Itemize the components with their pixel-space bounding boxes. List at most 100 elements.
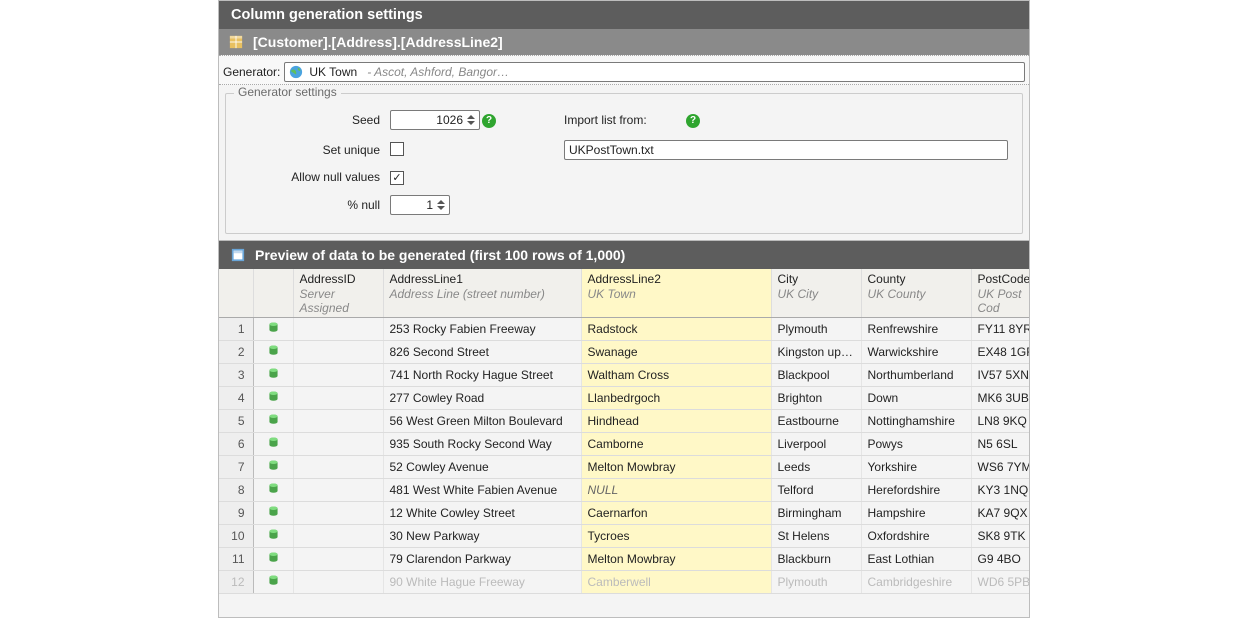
rowicon-cell	[253, 455, 293, 478]
cell-addressline2: Caernarfon	[581, 501, 771, 524]
cell-addressline1: 12 White Cowley Street	[383, 501, 581, 524]
cell-addressid	[293, 524, 383, 547]
database-icon	[267, 459, 280, 472]
cell-county: Hampshire	[861, 501, 971, 524]
column-header[interactable]: AddressLine1Address Line (street number)	[383, 269, 581, 318]
seed-input[interactable]: 1026	[390, 110, 480, 130]
rownum-cell: 5	[219, 409, 253, 432]
generator-select[interactable]: UK Town - Ascot, Ashford, Bangor…	[284, 62, 1025, 82]
column-header[interactable]: PostCodeUK Post Cod	[971, 269, 1029, 318]
table-row[interactable]: 752 Cowley AvenueMelton MowbrayLeedsYork…	[219, 455, 1029, 478]
breadcrumb-bar: [Customer].[Address].[AddressLine2]	[219, 29, 1029, 55]
table-row[interactable]: 1290 White Hague FreewayCamberwellPlymou…	[219, 570, 1029, 593]
column-header[interactable]: AddressLine2UK Town	[581, 269, 771, 318]
cell-county: Down	[861, 386, 971, 409]
column-name: AddressID	[300, 272, 377, 286]
cell-city: St Helens	[771, 524, 861, 547]
column-header[interactable]: CityUK City	[771, 269, 861, 318]
column-header[interactable]: CountyUK County	[861, 269, 971, 318]
allow-null-checkbox[interactable]: ✓	[390, 171, 404, 185]
column-subtitle: UK Town	[588, 287, 765, 301]
column-subtitle: Server Assigned	[300, 287, 377, 315]
set-unique-checkbox[interactable]	[390, 142, 404, 156]
preview-table: AddressIDServer AssignedAddressLine1Addr…	[219, 269, 1029, 594]
cell-county: Cambridgeshire	[861, 570, 971, 593]
cell-addressline2: Hindhead	[581, 409, 771, 432]
pct-null-input[interactable]: 1	[390, 195, 450, 215]
table-row[interactable]: 556 West Green Milton BoulevardHindheadE…	[219, 409, 1029, 432]
rowicon-cell	[253, 501, 293, 524]
table-row[interactable]: 8481 West White Fabien AvenueNULLTelford…	[219, 478, 1029, 501]
column-subtitle: UK County	[868, 287, 965, 301]
table-row[interactable]: 912 White Cowley StreetCaernarfonBirming…	[219, 501, 1029, 524]
rowicon-cell	[253, 363, 293, 386]
spinner-icon[interactable]	[437, 199, 445, 211]
cell-postcode: KA7 9QX	[971, 501, 1029, 524]
table-row[interactable]: 2826 Second StreetSwanageKingston up…War…	[219, 340, 1029, 363]
help-icon[interactable]: ?	[686, 114, 700, 128]
cell-addressid	[293, 547, 383, 570]
cell-addressline2: Swanage	[581, 340, 771, 363]
column-header[interactable]: AddressIDServer Assigned	[293, 269, 383, 318]
cell-city: Blackburn	[771, 547, 861, 570]
table-row[interactable]: 1253 Rocky Fabien FreewayRadstockPlymout…	[219, 317, 1029, 340]
column-generation-panel: Column generation settings [Customer].[A…	[218, 0, 1030, 618]
table-row[interactable]: 1179 Clarendon ParkwayMelton MowbrayBlac…	[219, 547, 1029, 570]
column-subtitle: UK City	[778, 287, 855, 301]
cell-postcode: N5 6SL	[971, 432, 1029, 455]
table-row[interactable]: 4277 Cowley RoadLlanbedrgochBrightonDown…	[219, 386, 1029, 409]
rownum-cell: 12	[219, 570, 253, 593]
rowicon-cell	[253, 317, 293, 340]
cell-addressid	[293, 432, 383, 455]
cell-postcode: WS6 7YM	[971, 455, 1029, 478]
database-icon	[267, 321, 280, 334]
cell-addressid	[293, 570, 383, 593]
cell-addressline2: Waltham Cross	[581, 363, 771, 386]
preview-icon	[231, 248, 245, 262]
cell-addressline1: 481 West White Fabien Avenue	[383, 478, 581, 501]
preview-grid-scroll[interactable]: AddressIDServer AssignedAddressLine1Addr…	[219, 269, 1029, 618]
table-row[interactable]: 1030 New ParkwayTycroesSt HelensOxfordsh…	[219, 524, 1029, 547]
cell-postcode: G9 4BO	[971, 547, 1029, 570]
rownum-cell: 3	[219, 363, 253, 386]
column-subtitle: Address Line (street number)	[390, 287, 575, 301]
seed-value: 1026	[436, 113, 463, 127]
generator-settings-group: Generator settings Seed 1026 ? Import li…	[225, 93, 1023, 234]
cell-postcode: LN8 9KQ	[971, 409, 1029, 432]
help-icon[interactable]: ?	[482, 114, 496, 128]
cell-addressline2: Tycroes	[581, 524, 771, 547]
cell-addressline2: Radstock	[581, 317, 771, 340]
cell-city: Kingston up…	[771, 340, 861, 363]
cell-addressid	[293, 501, 383, 524]
database-icon	[267, 413, 280, 426]
cell-city: Birmingham	[771, 501, 861, 524]
rowicon-header	[253, 269, 293, 318]
cell-county: Renfrewshire	[861, 317, 971, 340]
generator-label: Generator:	[223, 65, 280, 79]
breadcrumb: [Customer].[Address].[AddressLine2]	[253, 34, 503, 50]
rowicon-cell	[253, 478, 293, 501]
table-row[interactable]: 6935 South Rocky Second WayCamborneLiver…	[219, 432, 1029, 455]
preview-title-bar: Preview of data to be generated (first 1…	[219, 241, 1029, 269]
rowicon-cell	[253, 524, 293, 547]
rownum-cell: 4	[219, 386, 253, 409]
cell-county: Warwickshire	[861, 340, 971, 363]
cell-county: Powys	[861, 432, 971, 455]
rownum-header	[219, 269, 253, 318]
cell-addressline2: NULL	[581, 478, 771, 501]
cell-city: Plymouth	[771, 317, 861, 340]
cell-addressline1: 253 Rocky Fabien Freeway	[383, 317, 581, 340]
generator-row: Generator: UK Town - Ascot, Ashford, Ban…	[219, 55, 1029, 85]
rowicon-cell	[253, 570, 293, 593]
table-row[interactable]: 3741 North Rocky Hague StreetWaltham Cro…	[219, 363, 1029, 386]
database-icon	[267, 482, 280, 495]
spinner-icon[interactable]	[467, 114, 475, 126]
import-file-input[interactable]: UKPostTown.txt	[564, 140, 1008, 160]
column-name: City	[778, 272, 855, 286]
cell-addressline1: 52 Cowley Avenue	[383, 455, 581, 478]
cell-city: Eastbourne	[771, 409, 861, 432]
database-icon	[267, 390, 280, 403]
null-value: NULL	[588, 483, 619, 497]
cell-city: Liverpool	[771, 432, 861, 455]
cell-county: Yorkshire	[861, 455, 971, 478]
